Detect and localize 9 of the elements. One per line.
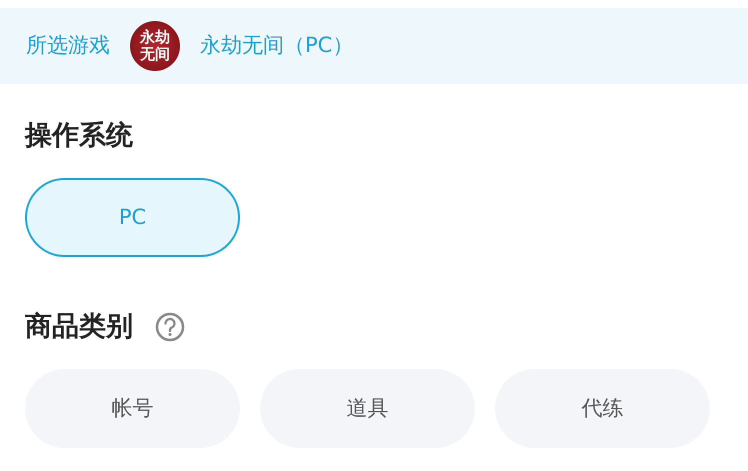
- selected-game-label: 所选游戏: [26, 32, 110, 60]
- option-button[interactable]: 代练: [495, 369, 710, 448]
- game-logo: 永劫 无间: [130, 21, 180, 71]
- game-name: 永劫无间（PC）: [200, 32, 354, 60]
- help-icon[interactable]: [155, 312, 185, 342]
- section-title: 操作系统: [25, 118, 133, 153]
- option-button[interactable]: 帐号: [25, 369, 240, 448]
- section-title: 商品类别: [25, 310, 133, 344]
- option-button[interactable]: 道具: [260, 369, 475, 448]
